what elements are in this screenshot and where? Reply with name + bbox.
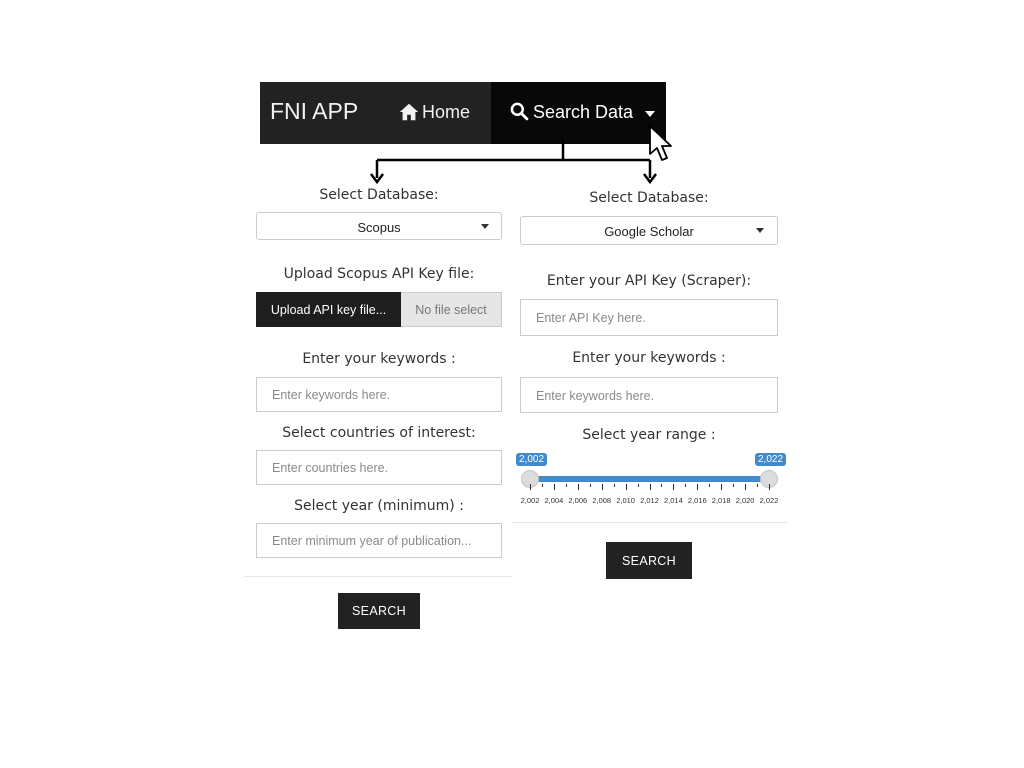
slider-minor-tick xyxy=(757,484,759,487)
left-search-button[interactable]: SEARCH xyxy=(338,593,420,629)
slider-tick-label: 2,018 xyxy=(711,496,731,505)
navbar: FNI APP Home Search Data xyxy=(260,82,666,144)
year-min-label: Select year (minimum) : xyxy=(294,498,464,514)
left-database-value: Scopus xyxy=(357,220,401,235)
app-brand[interactable]: FNI APP xyxy=(270,98,358,125)
slider-tick xyxy=(649,484,651,490)
slider-tick-label: 2,002 xyxy=(520,496,540,505)
upload-api-key-button[interactable]: Upload API key file... xyxy=(256,292,401,327)
search-icon xyxy=(510,102,529,121)
connector-arrows xyxy=(370,140,657,185)
slider-tick xyxy=(625,484,627,490)
slider-tick-label: 2,016 xyxy=(687,496,707,505)
slider-tick xyxy=(745,484,747,490)
slider-range-fill xyxy=(530,476,769,482)
slider-minor-tick xyxy=(733,484,735,487)
caret-down-icon xyxy=(481,224,489,229)
year-range-slider[interactable]: 2,002 2,022 2,002 2,004 2,006 2,008 2,010 2,0… xyxy=(514,452,787,505)
right-keywords-input[interactable]: Enter keywords here. xyxy=(520,377,778,413)
slider-tick xyxy=(769,484,770,490)
nav-home-label: Home xyxy=(422,102,471,122)
slider-tick-label: 2,006 xyxy=(568,496,588,505)
slider-minor-tick xyxy=(589,484,591,487)
slider-minor-tick xyxy=(541,484,543,487)
slider-tick xyxy=(553,484,555,490)
slider-min-badge: 2,002 xyxy=(516,453,548,466)
nav-search-data-dropdown[interactable]: Search Data xyxy=(491,82,666,144)
year-range-label: Select year range : xyxy=(582,427,716,443)
right-search-button[interactable]: SEARCH xyxy=(606,542,692,579)
api-key-placeholder: Enter API Key here. xyxy=(536,311,646,325)
slider-tick-label: 2,014 xyxy=(664,496,683,505)
left-keywords-label: Enter your keywords : xyxy=(302,351,456,367)
slider-tick-label: 2,004 xyxy=(544,496,564,505)
home-icon xyxy=(399,103,419,121)
year-min-placeholder: Enter minimum year of publication... xyxy=(272,534,472,548)
right-keywords-placeholder: Enter keywords here. xyxy=(536,389,655,403)
slider-max-badge: 2,022 xyxy=(755,453,787,466)
slider-tick-label: 2,008 xyxy=(592,496,612,505)
caret-down-icon xyxy=(756,228,764,233)
slider-ticks: 2,002 2,004 2,006 2,008 2,010 2,012 2,014 2,016… xyxy=(514,484,784,505)
upload-label: Upload Scopus API Key file: xyxy=(283,266,475,282)
left-divider xyxy=(244,576,512,577)
slider-minor-tick xyxy=(613,484,615,487)
slider-tick-label: 2,010 xyxy=(616,496,635,505)
api-key-label: Enter your API Key (Scraper): xyxy=(546,273,752,289)
slider-tick xyxy=(697,484,699,490)
left-keywords-placeholder: Enter keywords here. xyxy=(272,388,391,402)
slider-tick xyxy=(721,484,723,490)
slider-tick-label: 2,022 xyxy=(759,496,779,505)
slider-minor-tick xyxy=(565,484,567,487)
right-database-value: Google Scholar xyxy=(604,224,694,239)
slider-tick-label: 2,020 xyxy=(735,496,755,505)
slider-minor-tick xyxy=(661,484,663,487)
slider-minor-tick xyxy=(685,484,687,487)
countries-label: Select countries of interest: xyxy=(282,425,476,441)
api-key-input[interactable]: Enter API Key here. xyxy=(520,299,778,336)
countries-placeholder: Enter countries here. xyxy=(272,461,389,475)
right-divider xyxy=(512,522,788,523)
slider-tick-label: 2,012 xyxy=(640,496,659,505)
slider-tick xyxy=(673,484,675,490)
slider-tick xyxy=(577,484,579,490)
nav-home[interactable]: Home xyxy=(388,82,490,144)
year-min-input[interactable]: Enter minimum year of publication... xyxy=(256,523,502,558)
upload-file-status: No file select xyxy=(401,292,502,327)
slider-tick xyxy=(601,484,603,490)
left-db-label: Select Database: xyxy=(319,187,439,203)
caret-down-icon xyxy=(645,111,655,117)
slider-tick xyxy=(530,484,531,490)
slider-minor-tick xyxy=(637,484,639,487)
nav-search-data-label: Search Data xyxy=(533,102,634,122)
slider-minor-tick xyxy=(709,484,711,487)
countries-input[interactable]: Enter countries here. xyxy=(256,450,502,485)
right-db-label: Select Database: xyxy=(589,190,709,206)
left-database-select[interactable]: Scopus xyxy=(256,212,502,240)
right-database-select[interactable]: Google Scholar xyxy=(520,216,778,245)
left-keywords-input[interactable]: Enter keywords here. xyxy=(256,377,502,412)
right-keywords-label: Enter your keywords : xyxy=(572,350,726,366)
